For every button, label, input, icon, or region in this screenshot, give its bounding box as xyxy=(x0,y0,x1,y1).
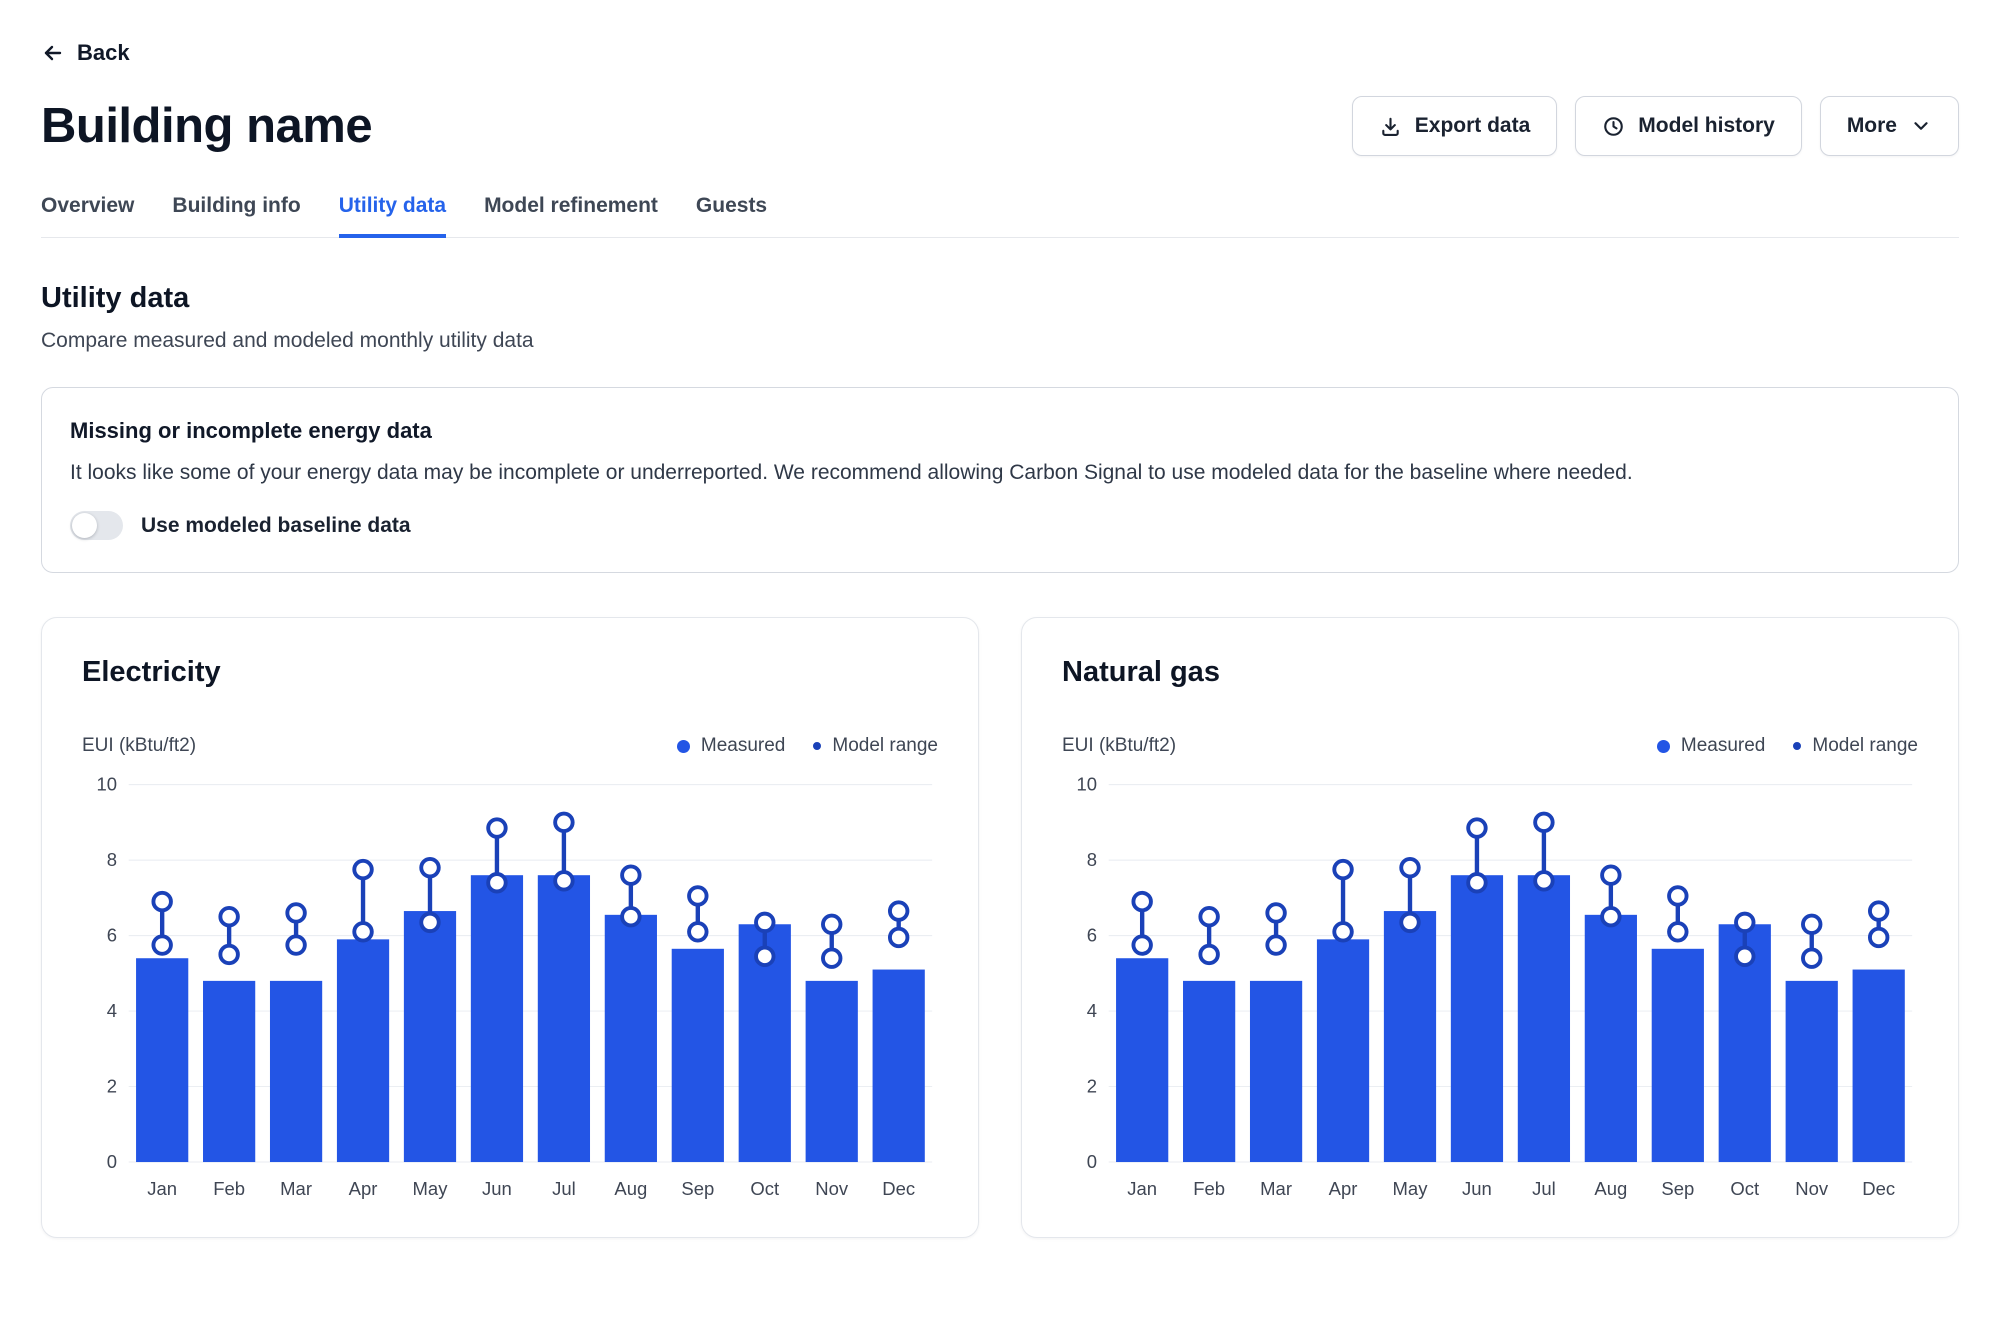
section-subtitle: Compare measured and modeled monthly uti… xyxy=(41,329,1959,353)
svg-text:Dec: Dec xyxy=(882,1178,915,1199)
model-range-label: Model range xyxy=(832,735,938,757)
toggle-label: Use modeled baseline data xyxy=(141,514,411,538)
svg-text:Oct: Oct xyxy=(1730,1178,1759,1199)
svg-text:May: May xyxy=(1393,1178,1429,1199)
legend-item-model-range: Model range xyxy=(813,735,938,757)
clock-icon xyxy=(1602,115,1625,138)
back-link[interactable]: Back xyxy=(41,40,130,66)
svg-text:Jun: Jun xyxy=(1462,1178,1492,1199)
more-label: More xyxy=(1847,114,1897,138)
svg-text:Jan: Jan xyxy=(1127,1178,1157,1199)
header-actions: Export data Model history More xyxy=(1352,96,1959,156)
legend-item-measured: Measured xyxy=(677,735,786,757)
svg-text:6: 6 xyxy=(1087,925,1097,946)
svg-text:Jul: Jul xyxy=(552,1178,576,1199)
svg-text:Nov: Nov xyxy=(815,1178,849,1199)
section-title: Utility data xyxy=(41,282,1959,315)
model-range-label: Model range xyxy=(1812,735,1918,757)
tab-building-info[interactable]: Building info xyxy=(172,194,300,238)
svg-text:Nov: Nov xyxy=(1795,1178,1829,1199)
missing-data-alert: Missing or incomplete energy data It loo… xyxy=(41,387,1959,573)
svg-text:Apr: Apr xyxy=(1329,1178,1358,1199)
svg-text:6: 6 xyxy=(107,925,117,946)
electricity-bar-chart: 0 2 4 6 8 10 Jan Feb Mar Apr May Jun Jul Aug Sep Oct Nov… xyxy=(82,771,938,1211)
electricity-legend: Measured Model range xyxy=(677,735,938,757)
toggle-row: Use modeled baseline data xyxy=(70,511,1930,540)
more-button[interactable]: More xyxy=(1820,96,1959,156)
svg-text:4: 4 xyxy=(107,1000,117,1021)
svg-text:Mar: Mar xyxy=(280,1178,312,1199)
svg-text:10: 10 xyxy=(96,774,117,795)
legend-item-measured: Measured xyxy=(1657,735,1766,757)
svg-text:Jun: Jun xyxy=(482,1178,512,1199)
model-history-label: Model history xyxy=(1638,114,1775,138)
measured-dot-icon xyxy=(1657,740,1670,753)
back-label: Back xyxy=(77,40,130,66)
svg-text:8: 8 xyxy=(107,849,117,870)
toggle-knob xyxy=(72,513,97,538)
natural-gas-legend: Measured Model range xyxy=(1657,735,1918,757)
svg-text:4: 4 xyxy=(1087,1000,1097,1021)
svg-text:May: May xyxy=(413,1178,449,1199)
title-row: Building name Export data Model history xyxy=(41,96,1959,156)
tab-guests[interactable]: Guests xyxy=(696,194,767,238)
svg-text:Feb: Feb xyxy=(213,1178,245,1199)
svg-text:Mar: Mar xyxy=(1260,1178,1292,1199)
export-data-button[interactable]: Export data xyxy=(1352,96,1558,156)
svg-text:Feb: Feb xyxy=(1193,1178,1225,1199)
page: Back Building name Export data Mo xyxy=(0,0,2000,1274)
natural-gas-chart-head: EUI (kBtu/ft2) Measured Model range xyxy=(1062,735,1918,757)
model-history-button[interactable]: Model history xyxy=(1575,96,1802,156)
back-row: Back xyxy=(41,0,1959,70)
electricity-card: Electricity EUI (kBtu/ft2) Measured Mode… xyxy=(41,617,979,1238)
measured-label: Measured xyxy=(701,735,786,757)
download-icon xyxy=(1379,115,1402,138)
charts-row: Electricity EUI (kBtu/ft2) Measured Mode… xyxy=(41,617,1959,1238)
electricity-chart-title: Electricity xyxy=(82,656,938,689)
legend-item-model-range: Model range xyxy=(1793,735,1918,757)
electricity-y-axis-label: EUI (kBtu/ft2) xyxy=(82,735,196,757)
natural-gas-chart-title: Natural gas xyxy=(1062,656,1918,689)
svg-text:2: 2 xyxy=(107,1076,117,1097)
svg-text:Aug: Aug xyxy=(1594,1178,1627,1199)
back-arrow-icon xyxy=(41,41,65,65)
svg-text:Sep: Sep xyxy=(1661,1178,1694,1199)
svg-text:Apr: Apr xyxy=(349,1178,378,1199)
natural-gas-card: Natural gas EUI (kBtu/ft2) Measured Mode… xyxy=(1021,617,1959,1238)
svg-text:2: 2 xyxy=(1087,1076,1097,1097)
natural-gas-y-axis-label: EUI (kBtu/ft2) xyxy=(1062,735,1176,757)
use-modeled-baseline-toggle[interactable] xyxy=(70,511,123,540)
svg-text:Sep: Sep xyxy=(681,1178,714,1199)
svg-text:8: 8 xyxy=(1087,849,1097,870)
measured-label: Measured xyxy=(1681,735,1766,757)
svg-text:Jan: Jan xyxy=(147,1178,177,1199)
natural-gas-bar-chart: 0 2 4 6 8 10 Jan Feb Mar Apr May Jun Jul Aug Sep Oct Nov… xyxy=(1062,771,1918,1211)
chevron-down-icon xyxy=(1910,115,1932,137)
model-range-dot-icon xyxy=(1793,742,1801,750)
model-range-dot-icon xyxy=(813,742,821,750)
svg-text:Jul: Jul xyxy=(1532,1178,1556,1199)
svg-text:0: 0 xyxy=(107,1151,117,1172)
tab-utility-data[interactable]: Utility data xyxy=(339,194,446,238)
svg-text:Aug: Aug xyxy=(614,1178,647,1199)
alert-title: Missing or incomplete energy data xyxy=(70,418,1930,444)
alert-body: It looks like some of your energy data m… xyxy=(70,458,1930,487)
electricity-chart-head: EUI (kBtu/ft2) Measured Model range xyxy=(82,735,938,757)
svg-text:0: 0 xyxy=(1087,1151,1097,1172)
svg-text:Oct: Oct xyxy=(750,1178,779,1199)
svg-text:10: 10 xyxy=(1076,774,1097,795)
page-title: Building name xyxy=(41,98,372,154)
tab-overview[interactable]: Overview xyxy=(41,194,134,238)
measured-dot-icon xyxy=(677,740,690,753)
svg-text:Dec: Dec xyxy=(1862,1178,1895,1199)
tab-bar: Overview Building info Utility data Mode… xyxy=(41,194,1959,238)
tab-model-refinement[interactable]: Model refinement xyxy=(484,194,658,238)
export-data-label: Export data xyxy=(1415,114,1531,138)
